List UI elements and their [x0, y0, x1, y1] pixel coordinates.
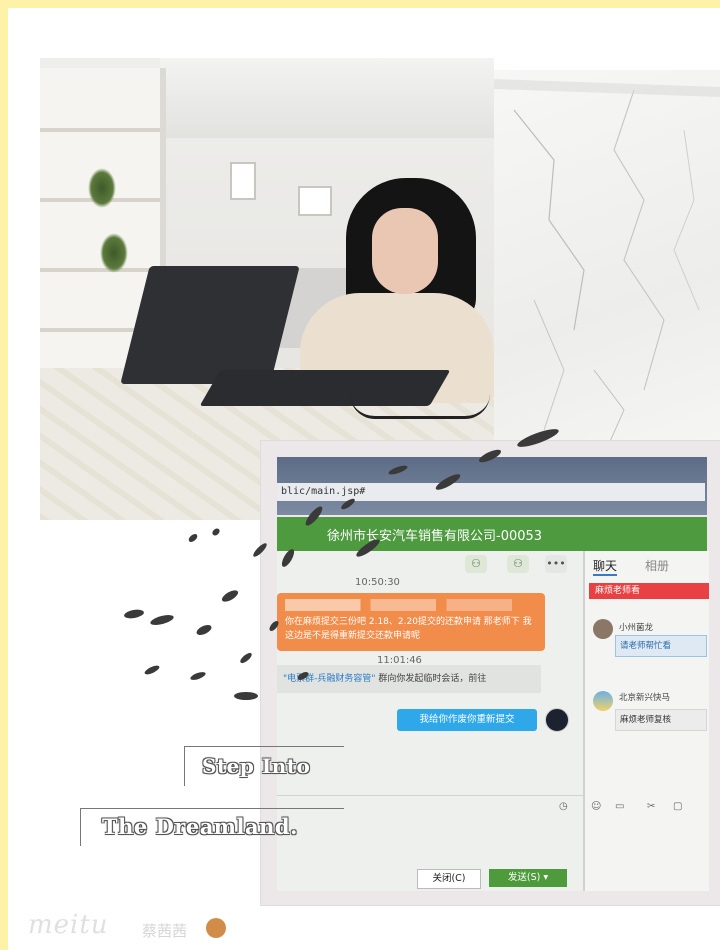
tab-album[interactable]: 相册	[645, 557, 669, 574]
contact-avatar[interactable]	[593, 691, 613, 711]
overlay-line-1: Step Into	[202, 754, 311, 778]
contact-message: 请老师帮忙看	[615, 635, 707, 657]
contact-message: 麻烦老师复核	[615, 709, 707, 731]
send-button[interactable]: 发送(S) ▾	[489, 869, 567, 887]
side-panel: 聊天 相册 麻烦老师看 小州菌龙 请老师帮忙看 北京新兴快马 麻烦老师复核 ☺ …	[583, 551, 709, 891]
clock-icon[interactable]: ◷	[559, 801, 568, 812]
compose-divider	[277, 795, 583, 796]
contact-avatar[interactable]	[593, 619, 613, 639]
wall-frame	[298, 186, 332, 216]
close-button[interactable]: 关闭(C)	[417, 869, 481, 889]
scissors-icon[interactable]: ✂	[647, 801, 655, 812]
contact-name[interactable]: 小州菌龙	[619, 621, 653, 633]
contact-name[interactable]: 北京新兴快马	[619, 691, 670, 703]
plant	[88, 168, 116, 208]
brush-strokes	[124, 429, 559, 700]
author-name: 蔡茜茜	[142, 922, 188, 940]
meitu-watermark: meitu	[28, 910, 109, 940]
overlay-line-2: The Dreamland.	[102, 814, 298, 839]
monkey-emoji-icon	[206, 918, 226, 938]
folder-icon[interactable]: ▢	[673, 801, 682, 812]
red-tag: 麻烦老师看	[589, 583, 709, 599]
laptop	[120, 266, 300, 384]
gif-icon[interactable]: ▭	[615, 801, 624, 812]
self-avatar	[545, 708, 569, 732]
emoji-icon[interactable]: ☺	[591, 801, 601, 812]
marble-texture	[494, 70, 720, 460]
send-label: 发送(S)	[507, 872, 541, 883]
message-bubble-outgoing: 我给你作废你重新提交	[397, 709, 537, 731]
wall-frame	[230, 162, 256, 200]
send-dropdown-icon[interactable]: ▾	[543, 872, 548, 883]
collage-canvas: blic/main.jsp# 徐州市长安汽车销售有限公司-00053 ⚇ ⚇ •…	[8, 8, 720, 950]
plant	[100, 233, 128, 273]
tab-chat[interactable]: 聊天	[593, 557, 618, 576]
